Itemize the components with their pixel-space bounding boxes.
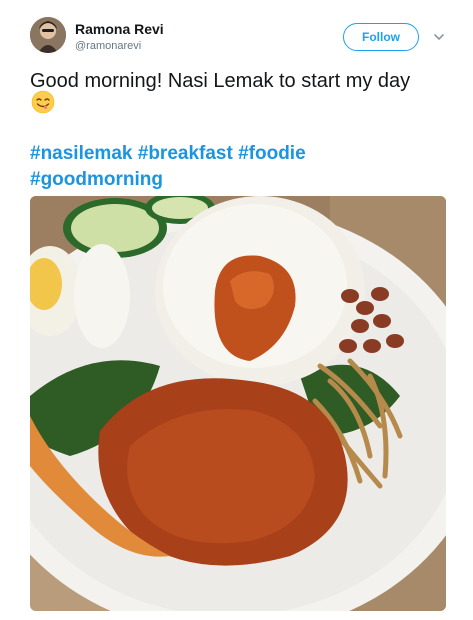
tweet-photo[interactable] [30, 196, 446, 611]
hashtag-foodie[interactable]: #foodie [238, 143, 306, 164]
user-handle[interactable]: @ramonarevi [75, 40, 141, 52]
hashtag-list: #nasilemak #breakfast #foodie #goodmorni… [30, 141, 450, 193]
hashtag-nasilemak[interactable]: #nasilemak [30, 143, 132, 164]
hashtag-goodmorning[interactable]: #goodmorning [30, 169, 163, 190]
display-name[interactable]: Ramona Revi [75, 21, 164, 37]
tweet-header: Ramona Revi @ramonarevi Follow [0, 0, 473, 62]
hashtag-breakfast[interactable]: #breakfast [138, 143, 233, 164]
face-savoring-food-emoji [31, 90, 55, 114]
follow-button[interactable]: Follow [343, 23, 419, 51]
tweet-text: Good morning! Nasi Lemak to start my day [30, 70, 411, 92]
chevron-down-icon[interactable] [432, 30, 446, 44]
avatar[interactable] [30, 17, 66, 53]
